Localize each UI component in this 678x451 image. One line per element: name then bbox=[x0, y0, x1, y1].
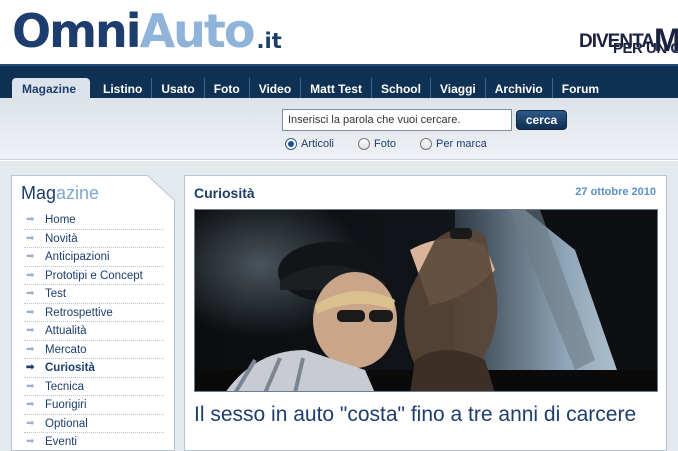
sidebar-item[interactable]: ➡ Novità bbox=[24, 230, 164, 248]
arrow-icon: ➡ bbox=[26, 417, 35, 429]
sidebar-item-label: Attualità bbox=[45, 325, 87, 337]
ad-banner[interactable]: DIVENTAMA PER UN GIO bbox=[577, 6, 678, 56]
sidebar-item-label: Retrospettive bbox=[45, 306, 113, 319]
nav-tab-archivio[interactable]: Archivio bbox=[486, 78, 553, 100]
sidebar-item-label: Fuorigiri bbox=[45, 399, 87, 411]
article-card: Curiosità 27 ottobre 2010 Il sesso in au… bbox=[184, 175, 667, 451]
header: OmniAuto.it DIVENTAMA PER UN GIO bbox=[0, 0, 678, 64]
sidebar-item[interactable]: ➡ Retrospettive bbox=[24, 304, 164, 322]
logo-tld: .it bbox=[256, 29, 282, 53]
logo-auto: Auto bbox=[139, 4, 256, 58]
search-option-label: Articoli bbox=[301, 138, 335, 150]
search-options: Articoli Foto Per marca bbox=[285, 138, 511, 150]
nav-tab-magazine[interactable]: Magazine bbox=[12, 78, 91, 100]
nav-tab-usato[interactable]: Usato bbox=[152, 78, 205, 100]
nav-tab-listino[interactable]: Listino bbox=[94, 78, 153, 100]
couple-in-car-image bbox=[195, 210, 657, 391]
search-option-articoli[interactable]: Articoli bbox=[285, 138, 334, 150]
sidebar-item[interactable]: ➡ Optional bbox=[24, 415, 164, 433]
omniauto-logo[interactable]: Omni Auto .it bbox=[12, 4, 282, 56]
search-option-label: Foto bbox=[374, 138, 397, 150]
nav-tab-matt-test[interactable]: Matt Test bbox=[301, 78, 372, 100]
nav-tab-school[interactable]: School bbox=[372, 78, 431, 100]
article-category[interactable]: Curiosità bbox=[194, 185, 255, 201]
search-option-label: Per marca bbox=[436, 138, 487, 150]
nav-tab-foto[interactable]: Foto bbox=[205, 78, 250, 100]
nav-tab-video[interactable]: Video bbox=[250, 78, 302, 100]
article-date: 27 ottobre 2010 bbox=[575, 186, 656, 198]
nav-tab-viaggi[interactable]: Viaggi bbox=[431, 78, 486, 100]
arrow-icon: ➡ bbox=[26, 306, 35, 318]
search-button[interactable]: cerca bbox=[516, 110, 567, 130]
sidebar-item-label: Anticipazioni bbox=[45, 251, 110, 263]
sidebar-item-label: Prototipi e Concept bbox=[45, 269, 143, 282]
sidebar-item[interactable]: ➡ Tecnica bbox=[24, 378, 164, 396]
arrow-icon: ➡ bbox=[26, 269, 35, 281]
ad-banner-line2: PER UN GIO bbox=[613, 40, 678, 56]
sidebar-item[interactable]: ➡ Anticipazioni bbox=[24, 248, 164, 267]
search-option-per-marca[interactable]: Per marca bbox=[420, 138, 487, 150]
main-nav: Magazine Listino Usato Foto Video Matt Test Sc… bbox=[0, 64, 678, 100]
nav-tab-forum[interactable]: Forum bbox=[553, 78, 608, 100]
nav-tabs: Magazine Listino Usato Foto Video Matt Test Sc… bbox=[12, 78, 608, 100]
arrow-icon: ➡ bbox=[26, 325, 35, 336]
arrow-icon: ➡ bbox=[26, 232, 35, 244]
article-photo[interactable] bbox=[194, 209, 658, 392]
sidebar-item-label: Optional bbox=[45, 417, 88, 430]
sidebar-item[interactable]: ➡ Fuorigiri bbox=[24, 396, 164, 415]
radio-icon[interactable] bbox=[358, 138, 371, 150]
arrow-icon: ➡ bbox=[26, 436, 35, 447]
sidebar-item[interactable]: ➡ Attualità bbox=[24, 322, 164, 341]
article-title[interactable]: Il sesso in auto "costa" fino a tre anni… bbox=[194, 403, 654, 426]
sidebar-item[interactable]: ➡ Home bbox=[24, 211, 164, 230]
arrow-icon: ➡ bbox=[26, 288, 35, 299]
sidebar-item-label: Home bbox=[45, 214, 76, 226]
sidebar-menu: ➡ Home ➡ Novità ➡ Anticipazioni ➡ Prototipi e C… bbox=[24, 211, 164, 451]
arrow-icon: ➡ bbox=[26, 214, 35, 225]
sidebar-item-label: Eventi bbox=[45, 436, 77, 448]
sidebar-item[interactable]: ➡ Eventi bbox=[24, 433, 164, 451]
search-option-foto[interactable]: Foto bbox=[358, 138, 396, 150]
sidebar-item[interactable]: ➡ Curiosità bbox=[24, 359, 164, 378]
sidebar-item-label: Test bbox=[45, 288, 67, 300]
sidebar-item[interactable]: ➡ Test bbox=[24, 285, 164, 304]
sidebar-item-label: Curiosità bbox=[45, 362, 95, 374]
sidebar-item-label: Novità bbox=[45, 232, 78, 245]
search-bar: Inserisci la parola che vuoi cercare. ce… bbox=[0, 98, 678, 160]
sidebar-title: Magazine bbox=[21, 183, 100, 203]
sidebar-item-label: Mercato bbox=[45, 343, 87, 356]
radio-icon[interactable] bbox=[285, 138, 297, 150]
arrow-icon: ➡ bbox=[26, 380, 35, 392]
sidebar-item-label: Tecnica bbox=[45, 380, 84, 393]
search-input[interactable]: Inserisci la parola che vuoi cercare. bbox=[282, 109, 512, 131]
folded-corner-icon bbox=[147, 175, 175, 201]
radio-icon[interactable] bbox=[420, 138, 433, 150]
logo-omni: Omni bbox=[12, 4, 142, 58]
arrow-icon: ➡ bbox=[26, 343, 35, 355]
arrow-icon: ➡ bbox=[26, 251, 35, 262]
arrow-icon: ➡ bbox=[26, 362, 35, 373]
sidebar-item[interactable]: ➡ Prototipi e Concept bbox=[24, 267, 164, 285]
sidebar-item[interactable]: ➡ Mercato bbox=[24, 341, 164, 359]
sidebar: Magazine ➡ Home ➡ Novità ➡ Anticipazioni ➡ Prot… bbox=[11, 175, 175, 451]
arrow-icon: ➡ bbox=[26, 399, 35, 410]
